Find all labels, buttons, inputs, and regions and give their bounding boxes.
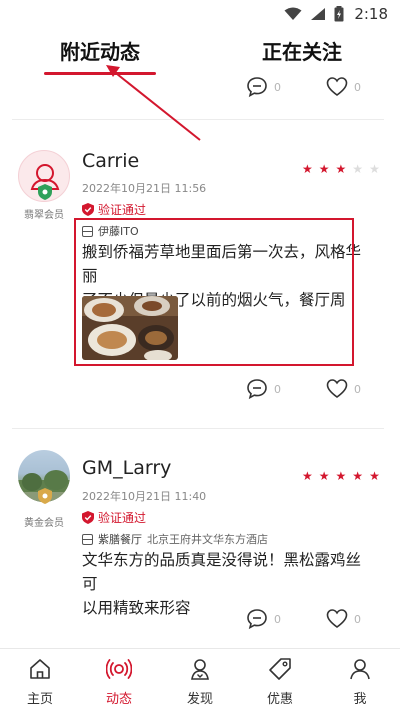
comment-count: 0	[274, 80, 281, 94]
member-level: 黄金会员	[24, 518, 64, 529]
restaurant-icon	[82, 533, 93, 545]
comment-button[interactable]: 0	[246, 378, 281, 400]
nav-feed[interactable]: 动态	[89, 657, 149, 707]
nav-label: 动态	[105, 692, 132, 707]
restaurant-name: 紫膳餐厅	[98, 533, 142, 546]
wifi-icon	[284, 7, 302, 20]
nav-home[interactable]: 主页	[10, 657, 70, 707]
status-time: 2:18	[354, 5, 388, 23]
comment-button[interactable]: 0	[246, 76, 281, 98]
rating-stars: ★ ★ ★ ★ ★	[302, 163, 380, 175]
previous-post-actions: 0 0	[0, 77, 400, 120]
like-count: 0	[354, 80, 361, 94]
star-filled-icon: ★	[352, 469, 364, 483]
post-card[interactable]: 黄金会员 GM_Larry ★ ★ ★ ★ ★ 2022年10月21日 11:40 验证…	[0, 430, 400, 645]
username[interactable]: GM_Larry	[82, 457, 171, 479]
star-empty-icon: ★	[352, 162, 364, 176]
gold-badge-icon	[38, 488, 52, 504]
comment-count: 0	[274, 382, 281, 396]
post-divider	[12, 428, 384, 429]
like-button[interactable]: 0	[326, 378, 361, 400]
nav-label: 发现	[186, 692, 213, 707]
nav-label: 主页	[26, 692, 53, 707]
nav-label: 优惠	[266, 692, 293, 707]
home-icon	[30, 659, 50, 679]
signal-icon	[311, 8, 326, 20]
nav-deals[interactable]: 优惠	[250, 657, 310, 707]
highlight-box	[74, 218, 354, 366]
tab-following[interactable]: 正在关注	[262, 36, 342, 65]
nav-label: 我	[353, 692, 367, 707]
feed-icon	[105, 659, 133, 679]
like-button[interactable]: 0	[326, 608, 361, 630]
rating-stars: ★ ★ ★ ★ ★	[302, 470, 380, 482]
verified-badge: 验证通过	[82, 201, 146, 218]
comment-button[interactable]: 0	[246, 608, 281, 630]
like-count: 0	[354, 612, 361, 626]
heart-icon	[326, 77, 348, 96]
star-empty-icon: ★	[369, 162, 380, 176]
username[interactable]: Carrie	[82, 150, 139, 172]
battery-icon	[334, 6, 344, 22]
like-button[interactable]: 0	[326, 76, 361, 98]
heart-icon	[326, 609, 348, 628]
emerald-badge-icon	[38, 184, 52, 200]
star-filled-icon: ★	[335, 469, 347, 483]
verified-badge: 验证通过	[82, 509, 146, 526]
restaurant-link[interactable]: 紫膳餐厅 北京王府井文华东方酒店	[82, 531, 268, 547]
comment-icon	[247, 609, 267, 630]
comment-count: 0	[274, 612, 281, 626]
post-time: 2022年10月21日 11:56	[82, 182, 207, 195]
star-filled-icon: ★	[318, 162, 330, 176]
star-filled-icon: ★	[369, 469, 380, 483]
profile-icon	[350, 659, 370, 680]
post-time: 2022年10月21日 11:40	[82, 490, 207, 503]
active-tab-indicator	[44, 72, 156, 75]
comment-icon	[247, 77, 267, 98]
status-bar: 2:18	[0, 0, 400, 32]
star-filled-icon: ★	[302, 162, 313, 176]
discover-icon	[191, 659, 209, 680]
star-filled-icon: ★	[318, 469, 330, 483]
post-text-line: 文华东方的品质真是没得说！黑松露鸡丝可	[82, 551, 362, 593]
nav-profile[interactable]: 我	[330, 657, 390, 707]
shield-check-icon	[82, 511, 94, 524]
restaurant-location: 北京王府井文华东方酒店	[147, 533, 268, 546]
verified-label: 验证通过	[98, 203, 147, 217]
tag-icon	[269, 658, 291, 680]
bottom-nav: 主页 动态 发现 优惠 我	[0, 648, 400, 711]
star-filled-icon: ★	[335, 162, 347, 176]
member-level: 翡翠会员	[24, 210, 64, 221]
shield-check-icon	[82, 203, 94, 216]
verified-label: 验证通过	[98, 511, 147, 525]
tab-nearby[interactable]: 附近动态	[60, 36, 140, 65]
star-filled-icon: ★	[302, 469, 313, 483]
like-count: 0	[354, 382, 361, 396]
comment-icon	[247, 379, 267, 400]
heart-icon	[326, 379, 348, 398]
nav-discover[interactable]: 发现	[170, 657, 230, 707]
